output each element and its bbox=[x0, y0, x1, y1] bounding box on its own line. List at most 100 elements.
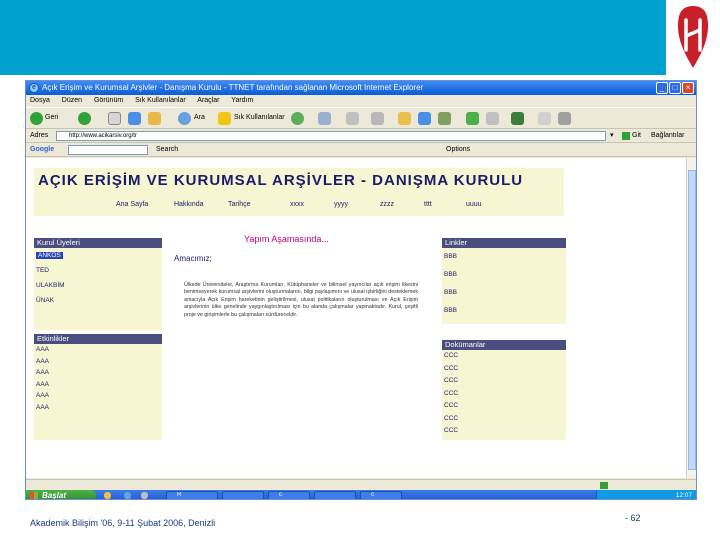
document-item[interactable]: CCC bbox=[442, 388, 566, 401]
links-heading: Linkler bbox=[442, 238, 566, 248]
taskbar-app-button[interactable]: R bbox=[166, 491, 218, 499]
link-item[interactable]: BBB bbox=[442, 284, 566, 302]
quicklaunch-icon[interactable] bbox=[124, 492, 131, 499]
links-panel: Linkler BBB BBB BBB BBB bbox=[442, 238, 566, 324]
board-member-item[interactable]: TED bbox=[34, 263, 162, 278]
nav-item-uuuu[interactable]: uuuu bbox=[466, 194, 482, 216]
document-item[interactable]: CCC bbox=[442, 413, 566, 426]
taskbar: Başlat R c c 12:07 bbox=[26, 490, 696, 499]
event-item[interactable]: AAA bbox=[34, 402, 162, 414]
nav-item-home[interactable]: Ana Sayfa bbox=[116, 194, 148, 216]
address-label: Adres bbox=[30, 132, 49, 139]
web-page: AÇIK ERİŞİM VE KURUMSAL ARŞİVLER - DANIŞ… bbox=[26, 158, 686, 478]
minimize-button[interactable]: _ bbox=[656, 82, 668, 94]
page-icon[interactable] bbox=[538, 112, 551, 125]
internet-explorer-icon: e bbox=[29, 83, 39, 93]
documents-panel: Dokümanlar CCC CCC CCC CCC CCC CCC CCC bbox=[442, 340, 566, 440]
discuss-icon[interactable] bbox=[418, 112, 431, 125]
taskbar-app-button[interactable] bbox=[314, 491, 356, 499]
history-icon[interactable] bbox=[291, 112, 304, 125]
board-member-item[interactable]: ÜNAK bbox=[34, 293, 162, 308]
internet-zone-icon bbox=[600, 482, 608, 489]
window-title: Açık Erişim ve Kurumsal Arşivler - Danış… bbox=[42, 83, 424, 92]
quicklaunch-icon[interactable] bbox=[104, 492, 111, 499]
home-icon[interactable] bbox=[148, 112, 161, 125]
mail-icon[interactable] bbox=[318, 112, 331, 125]
back-icon[interactable] bbox=[30, 112, 43, 125]
menu-bar: Dosya Düzen Görünüm Sık Kullanılanlar Ar… bbox=[26, 95, 696, 107]
link-item[interactable]: BBB bbox=[442, 248, 566, 266]
hacettepe-logo-icon bbox=[678, 6, 708, 68]
link-item[interactable]: BBB bbox=[442, 302, 566, 320]
go-icon[interactable] bbox=[622, 132, 630, 140]
font-icon[interactable] bbox=[511, 112, 524, 125]
board-member-item[interactable]: ANKOS bbox=[34, 248, 162, 263]
taskbar-app-button[interactable] bbox=[222, 491, 264, 499]
site-title: AÇIK ERİŞİM VE KURUMSAL ARŞİVLER - DANIŞ… bbox=[34, 168, 564, 194]
menu-help[interactable]: Yardım bbox=[231, 97, 253, 104]
copy-icon[interactable] bbox=[486, 112, 499, 125]
links-label[interactable]: Bağlantılar bbox=[651, 129, 684, 143]
maximize-button[interactable]: □ bbox=[669, 82, 681, 94]
menu-edit[interactable]: Düzen bbox=[62, 97, 82, 104]
event-item[interactable]: AAA bbox=[34, 367, 162, 379]
purpose-title: Amacımız; bbox=[174, 254, 212, 263]
google-search-button[interactable]: Search bbox=[156, 143, 178, 157]
google-logo: Google bbox=[30, 146, 55, 153]
search-label[interactable]: Ara bbox=[194, 114, 205, 121]
menu-view[interactable]: Görünüm bbox=[94, 97, 123, 104]
edit-icon[interactable] bbox=[371, 112, 384, 125]
vertical-scrollbar[interactable] bbox=[686, 158, 696, 478]
document-item[interactable]: CCC bbox=[442, 363, 566, 376]
link-item[interactable]: BBB bbox=[442, 266, 566, 284]
nav-item-xxxx[interactable]: xxxx bbox=[290, 194, 304, 216]
refresh-icon[interactable] bbox=[128, 112, 141, 125]
cut-icon[interactable] bbox=[558, 112, 571, 125]
google-options-button[interactable]: Options bbox=[446, 143, 470, 157]
event-item[interactable]: AAA bbox=[34, 390, 162, 402]
purpose-body: Ülkede Üniversiteler, Araştırma Kurumlar… bbox=[184, 282, 418, 318]
go-arrow-icon[interactable]: ▾ bbox=[610, 129, 614, 143]
menu-tools[interactable]: Araçlar bbox=[197, 97, 219, 104]
menu-favorites[interactable]: Sık Kullanılanlar bbox=[135, 97, 186, 104]
slide-footer: Akademik Bilişim '06, 9-11 Şubat 2006, D… bbox=[30, 518, 216, 528]
close-button[interactable]: × bbox=[682, 82, 694, 94]
forward-icon[interactable] bbox=[78, 112, 91, 125]
document-item[interactable]: CCC bbox=[442, 375, 566, 388]
print-icon[interactable] bbox=[346, 112, 359, 125]
back-label[interactable]: Geri bbox=[45, 114, 58, 121]
menu-file[interactable]: Dosya bbox=[30, 97, 50, 104]
favorites-star-icon[interactable] bbox=[218, 112, 231, 125]
event-item[interactable]: AAA bbox=[34, 356, 162, 368]
board-member-item[interactable]: ULAKBİM bbox=[34, 278, 162, 293]
favorites-label[interactable]: Sık Kullanılanlar bbox=[234, 114, 285, 121]
slide-page-number: - 62 bbox=[625, 513, 641, 523]
slide-header-band bbox=[0, 0, 720, 75]
start-button[interactable]: Başlat bbox=[26, 490, 96, 499]
scrollbar-thumb[interactable] bbox=[688, 170, 696, 470]
address-input[interactable]: http://www.acikarsiv.org/tr bbox=[56, 131, 606, 141]
google-search-input[interactable] bbox=[68, 145, 148, 155]
taskbar-app-button[interactable]: c bbox=[360, 491, 402, 499]
folder-icon[interactable] bbox=[398, 112, 411, 125]
nav-item-zzzz[interactable]: zzzz bbox=[380, 194, 394, 216]
go-button[interactable]: Git bbox=[632, 129, 641, 143]
events-heading: Etkinlikler bbox=[34, 334, 162, 344]
board-members-heading: Kurul Üyeleri bbox=[34, 238, 162, 248]
document-item[interactable]: CCC bbox=[442, 425, 566, 438]
search-icon[interactable] bbox=[178, 112, 191, 125]
nav-item-history[interactable]: Tarihçe bbox=[228, 194, 251, 216]
document-item[interactable]: CCC bbox=[442, 350, 566, 363]
event-item[interactable]: AAA bbox=[34, 379, 162, 391]
messenger-icon[interactable] bbox=[438, 112, 451, 125]
clock[interactable]: 12:07 bbox=[676, 490, 692, 499]
nav-item-yyyy[interactable]: yyyy bbox=[334, 194, 348, 216]
nav-item-about[interactable]: Hakkında bbox=[174, 194, 204, 216]
taskbar-app-button[interactable]: c bbox=[268, 491, 310, 499]
quicklaunch-icon[interactable] bbox=[141, 492, 148, 499]
nav-item-tttt[interactable]: tttt bbox=[424, 194, 432, 216]
event-item[interactable]: AAA bbox=[34, 344, 162, 356]
document-item[interactable]: CCC bbox=[442, 400, 566, 413]
stop-icon[interactable] bbox=[108, 112, 121, 125]
research-icon[interactable] bbox=[466, 112, 479, 125]
